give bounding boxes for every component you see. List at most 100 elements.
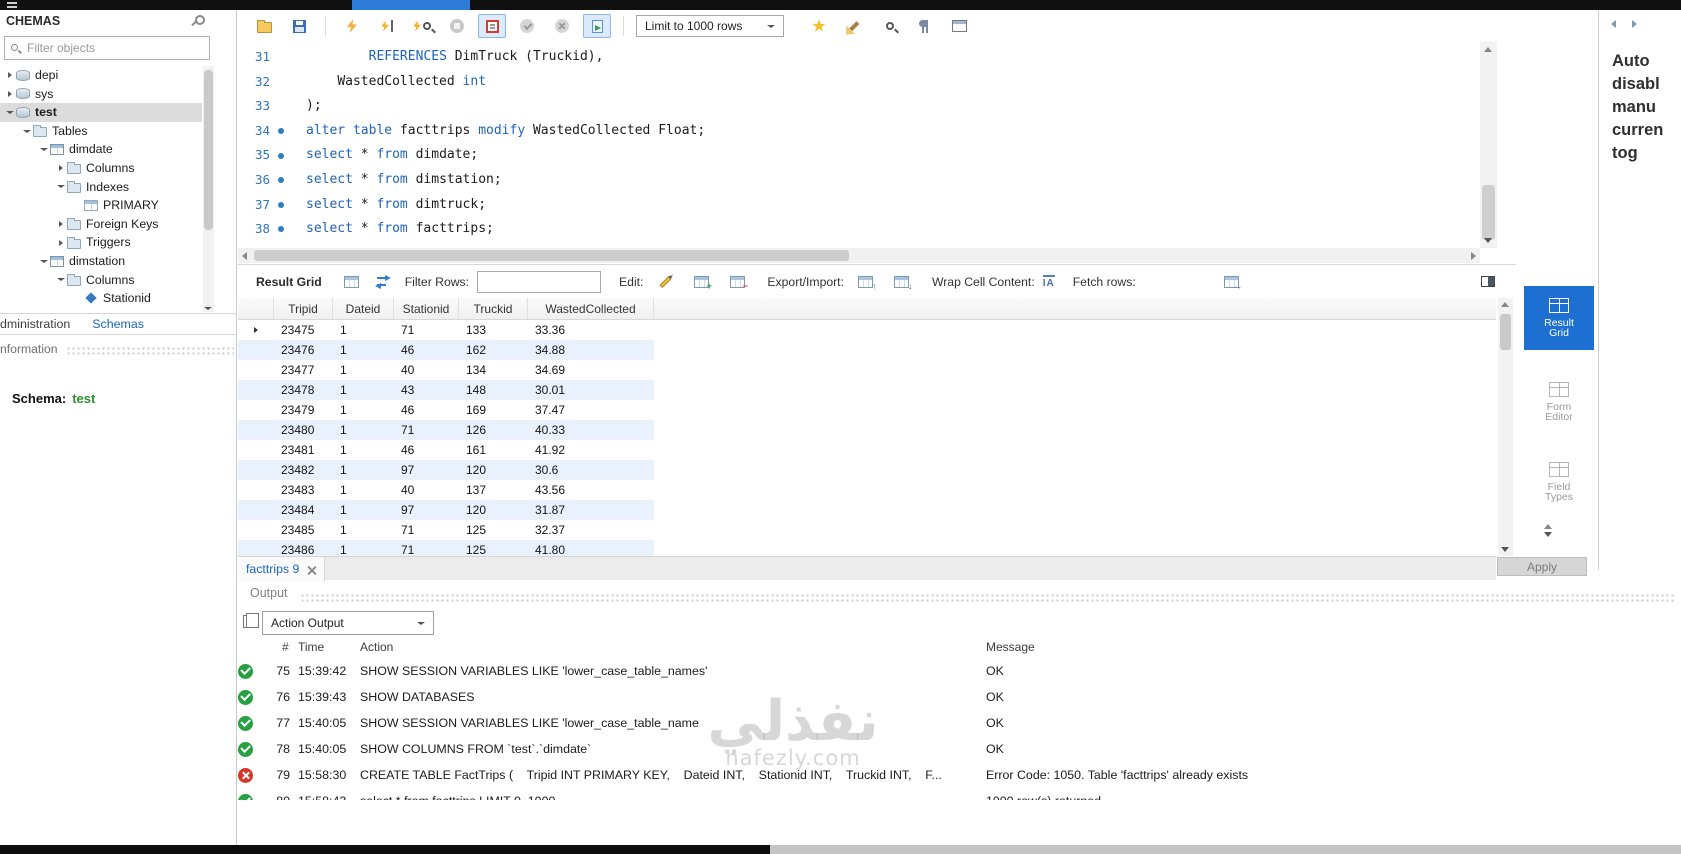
- action-output-select[interactable]: Action Output: [262, 611, 434, 635]
- editor-line[interactable]: 38 select * from facttrips;: [238, 217, 1480, 242]
- table-row[interactable]: 2347914616937.47: [238, 400, 654, 420]
- filter-objects-input[interactable]: [27, 41, 197, 55]
- save-snippet-button[interactable]: [805, 14, 833, 38]
- edit-record-button[interactable]: [651, 270, 679, 294]
- output-row[interactable]: 79 15:58:30 CREATE TABLE FactTrips ( Tri…: [238, 762, 1681, 788]
- explain-plan-button[interactable]: [408, 14, 436, 38]
- scrollbar-thumb[interactable]: [1482, 185, 1495, 240]
- editor-line[interactable]: 33 );: [238, 94, 1480, 119]
- table-row[interactable]: 2347614616234.88: [238, 340, 654, 360]
- editor-horizontal-scrollbar[interactable]: [238, 248, 1480, 263]
- export-button[interactable]: ↑: [852, 270, 880, 294]
- output-row[interactable]: 78 15:40:05 SHOW COLUMNS FROM `test`.`di…: [238, 736, 1681, 762]
- table-row[interactable]: 2348219712030.6: [238, 460, 654, 480]
- scrollbar-thumb[interactable]: [254, 250, 849, 261]
- result-grid-vertical-scrollbar[interactable]: [1498, 298, 1513, 556]
- output-row[interactable]: 77 15:40:05 SHOW SESSION VARIABLES LIKE …: [238, 710, 1681, 736]
- editor-vertical-scrollbar[interactable]: [1480, 42, 1497, 248]
- tree-item-foreign-keys[interactable]: Foreign Keys: [0, 215, 202, 234]
- tree-item-sys[interactable]: sys: [0, 85, 202, 104]
- scroll-right-icon[interactable]: [1471, 252, 1476, 260]
- expand-right-icon[interactable]: [55, 240, 67, 246]
- scroll-up-icon[interactable]: [1501, 302, 1509, 307]
- table-row[interactable]: 2347814314830.01: [238, 380, 654, 400]
- back-icon[interactable]: [1611, 20, 1616, 28]
- add-row-button[interactable]: +: [687, 270, 715, 294]
- scroll-down-icon[interactable]: [1501, 547, 1509, 552]
- scrollbar-thumb[interactable]: [1500, 314, 1511, 350]
- fetch-rows-button[interactable]: →: [1218, 270, 1246, 294]
- side-tab-result-grid[interactable]: Result Grid: [1524, 286, 1594, 350]
- collapse-icon[interactable]: [55, 278, 67, 281]
- save-button[interactable]: [285, 14, 313, 38]
- result-tab-facttrips[interactable]: facttrips 9: [238, 557, 325, 581]
- tree-item-dimdate-indexes[interactable]: Indexes: [0, 178, 202, 197]
- pin-icon[interactable]: [190, 15, 202, 27]
- sql-editor[interactable]: 31 REFERENCES DimTruck (Truckid), 32 Was…: [238, 42, 1480, 248]
- result-grid[interactable]: Tripid Dateid Stationid Truckid WastedCo…: [238, 298, 1496, 556]
- rollback-button[interactable]: [548, 14, 576, 38]
- editor-line[interactable]: 31 REFERENCES DimTruck (Truckid),: [238, 45, 1480, 70]
- table-row[interactable]: 2348617112541.80: [238, 540, 654, 556]
- tree-item-dimdate[interactable]: dimdate: [0, 140, 202, 159]
- toggle-editor-layout-button[interactable]: [945, 14, 973, 38]
- tree-item-depi[interactable]: depi: [0, 66, 202, 85]
- autocommit-toggle[interactable]: [583, 14, 611, 38]
- output-row[interactable]: 76 15:39:43 SHOW DATABASES OK: [238, 684, 1681, 710]
- expand-right-icon[interactable]: [55, 165, 67, 171]
- collapse-icon[interactable]: [21, 130, 33, 133]
- editor-line[interactable]: 35 select * from dimdate;: [238, 143, 1480, 168]
- scroll-down-icon[interactable]: [1484, 238, 1492, 243]
- show-invisibles-toggle[interactable]: [910, 14, 938, 38]
- side-tab-form-editor[interactable]: Form Editor: [1524, 370, 1594, 434]
- import-button[interactable]: ↓: [888, 270, 916, 294]
- editor-line[interactable]: 36 select * from dimstation;: [238, 168, 1480, 193]
- collapse-icon[interactable]: [55, 185, 67, 188]
- beautify-sql-button[interactable]: [840, 14, 868, 38]
- active-query-tab[interactable]: [352, 0, 470, 10]
- tree-item-dimstation-columns[interactable]: Columns: [0, 271, 202, 290]
- scroll-up-icon[interactable]: [1484, 47, 1492, 52]
- editor-line[interactable]: 34 alter table facttrips modify WastedCo…: [238, 119, 1480, 144]
- menu-icon[interactable]: [7, 2, 17, 8]
- table-row[interactable]: 2348114616141.92: [238, 440, 654, 460]
- filter-rows-input[interactable]: [478, 272, 600, 292]
- wrap-content-icon[interactable]: IA: [1043, 275, 1055, 289]
- scroll-left-icon[interactable]: [242, 252, 247, 260]
- expand-right-icon[interactable]: [4, 72, 16, 78]
- execute-script-button[interactable]: [338, 14, 366, 38]
- table-row[interactable]: 2348419712031.87: [238, 500, 654, 520]
- table-row[interactable]: 2347517113333.36: [238, 320, 654, 340]
- filter-objects-box[interactable]: [4, 36, 210, 60]
- apply-button[interactable]: Apply: [1497, 557, 1587, 576]
- scrollbar-thumb[interactable]: [204, 70, 213, 230]
- toggle-preview-pane-button[interactable]: [1474, 270, 1502, 294]
- stop-query-button[interactable]: [443, 14, 471, 38]
- column-header-dateid[interactable]: Dateid: [333, 298, 394, 319]
- tree-item-dimdate-columns[interactable]: Columns: [0, 159, 202, 178]
- close-icon[interactable]: [307, 565, 316, 574]
- limit-rows-dropdown[interactable]: Limit to 1000 rows: [636, 15, 784, 37]
- open-file-button[interactable]: [250, 14, 278, 38]
- table-row[interactable]: 2348017112640.33: [238, 420, 654, 440]
- commit-button[interactable]: [513, 14, 541, 38]
- tree-item-test[interactable]: test: [0, 103, 202, 122]
- column-header-stationid[interactable]: Stationid: [394, 298, 459, 319]
- collapse-icon[interactable]: [4, 111, 16, 114]
- side-panel-collapse-control[interactable]: [1544, 524, 1552, 537]
- output-row[interactable]: 80 15:58:43 select * from facttrips LIMI…: [238, 788, 1681, 800]
- tree-item-tables[interactable]: Tables: [0, 122, 202, 141]
- scroll-down-icon[interactable]: [204, 307, 212, 310]
- execute-current-statement-button[interactable]: [373, 14, 401, 38]
- collapse-icon[interactable]: [38, 260, 50, 263]
- table-row[interactable]: 2347714013434.69: [238, 360, 654, 380]
- column-header-tripid[interactable]: Tripid: [274, 298, 333, 319]
- tab-schemas[interactable]: Schemas: [92, 317, 144, 331]
- find-button[interactable]: [875, 14, 903, 38]
- column-header-wastedcollected[interactable]: WastedCollected: [528, 298, 654, 319]
- expand-right-icon[interactable]: [55, 221, 67, 227]
- refresh-icon[interactable]: [377, 276, 391, 288]
- table-row[interactable]: 2348314013743.56: [238, 480, 654, 500]
- output-row[interactable]: 75 15:39:42 SHOW SESSION VARIABLES LIKE …: [238, 658, 1681, 684]
- editor-line[interactable]: 37 select * from dimtruck;: [238, 193, 1480, 218]
